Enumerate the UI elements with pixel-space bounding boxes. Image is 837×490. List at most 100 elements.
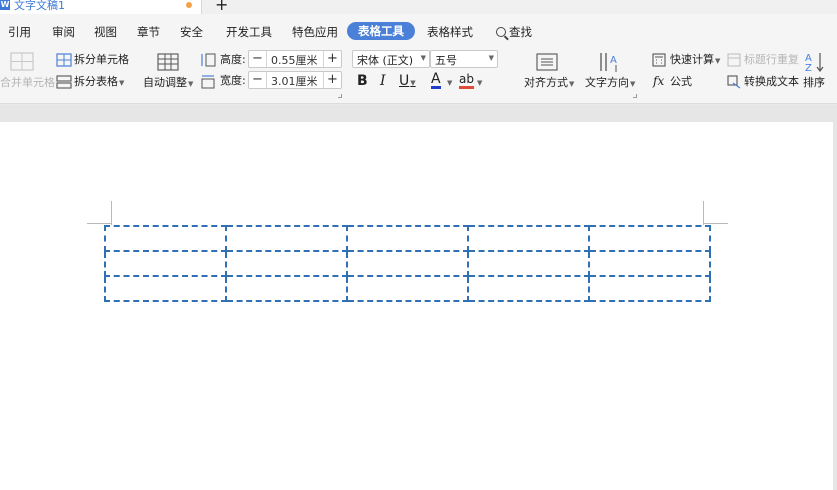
split-table-label: 拆分表格 [74,75,118,88]
table-cell[interactable] [588,225,711,252]
crop-mark-left-horizontal [87,223,111,224]
font-color-dropdown[interactable]: ▼ [447,79,452,87]
menu-table-tools[interactable]: 表格工具 [347,22,415,40]
width-minus-button[interactable]: − [249,72,267,88]
underline-label: U [399,73,410,89]
height-label: 高度: [220,53,246,66]
table-cell[interactable] [346,275,469,302]
width-value[interactable]: 3.01厘米 [271,73,318,89]
width-stepper[interactable]: − 3.01厘米 + [248,71,342,89]
table-cell[interactable] [467,275,590,302]
document-name: 文字文稿1 [14,0,65,12]
bold-button[interactable]: B [357,73,368,89]
split-table-button[interactable]: 拆分表格▼ [74,75,124,90]
table-row [104,275,711,302]
convert-text-icon [727,75,741,89]
table-cell[interactable] [225,225,348,252]
menu-search[interactable]: 查找 [496,24,532,40]
column-width-icon [201,75,215,89]
highlight-label: ab [459,72,474,86]
crop-mark-left-vertical [111,201,112,225]
auto-fit-label: 自动调整 [143,76,187,89]
table-cell[interactable] [588,275,711,302]
svg-text:Z: Z [805,63,812,73]
table-cell[interactable] [588,250,711,277]
split-cells-icon [56,53,72,67]
unsaved-dot [186,2,192,8]
width-plus-button[interactable]: + [323,72,341,88]
menu-features[interactable]: 特色应用 [292,24,338,40]
search-icon [496,27,506,37]
ribbon: 合并单元格 拆分单元格 拆分表格▼ 自动调整▼ 高度: − 0.55厘米 + 宽… [0,50,837,104]
width-label: 宽度: [220,74,246,87]
table-cell[interactable] [467,250,590,277]
auto-fit-icon [157,53,179,71]
split-cells-button[interactable]: 拆分单元格 [74,53,129,67]
font-name-select[interactable]: 宋体 (正文) ▼ [352,50,430,68]
table-cell[interactable] [225,250,348,277]
menu-references[interactable]: 引用 [8,24,31,40]
merge-cells-icon [10,52,34,71]
table-cell[interactable] [346,250,469,277]
font-color-button[interactable]: A [431,71,441,89]
height-stepper[interactable]: − 0.55厘米 + [248,50,342,68]
menu-bar: 引用 审阅 视图 章节 安全 开发工具 特色应用 表格工具 表格样式 查找 [0,14,837,50]
font-color-label: A [431,71,441,87]
document-area [0,105,837,490]
font-size-value: 五号 [435,54,457,67]
table-cell[interactable] [104,225,227,252]
height-plus-button[interactable]: + [323,51,341,67]
font-name-value: 宋体 (正文) [357,54,414,67]
menu-developer[interactable]: 开发工具 [226,24,272,40]
font-dialog-launcher[interactable] [633,94,637,98]
height-minus-button[interactable]: − [249,51,267,67]
menu-view[interactable]: 视图 [94,24,117,40]
quick-calc-label: 快速计算 [670,53,714,66]
sort-icon: A Z [805,53,824,73]
text-direction-button[interactable]: 文字方向▼ [585,76,635,91]
formula-button[interactable]: 公式 [670,75,692,89]
document-table[interactable] [104,225,711,302]
table-cell[interactable] [346,225,469,252]
repeat-header-icon [727,53,741,67]
underline-button[interactable]: U▼ [399,73,416,91]
alignment-label: 对齐方式 [524,76,568,89]
repeat-header-button[interactable]: 标题行重复 [744,53,799,67]
height-value[interactable]: 0.55厘米 [271,52,318,68]
crop-mark-right-vertical [703,201,704,225]
chevron-down-icon: ▼ [488,54,494,62]
search-label: 查找 [509,25,532,39]
auto-fit-button[interactable]: 自动调整▼ [143,76,193,91]
italic-button[interactable]: I [380,73,386,89]
document-icon: W [0,0,10,10]
sort-button[interactable]: 排序 [803,76,825,90]
menu-table-style[interactable]: 表格样式 [427,24,473,40]
highlight-dropdown[interactable]: ▼ [477,79,482,87]
menu-security[interactable]: 安全 [180,24,203,40]
crop-mark-right-horizontal [704,223,728,224]
highlight-button[interactable]: ab [459,73,474,89]
text-direction-icon: A [600,53,617,72]
convert-to-text-button[interactable]: 转换成文本 [744,75,799,89]
font-size-select[interactable]: 五号 ▼ [430,50,498,68]
svg-text:A: A [610,55,617,66]
table-cell[interactable] [225,275,348,302]
menu-section[interactable]: 章节 [137,24,160,40]
formula-fx-icon: fx [653,74,665,88]
table-cell[interactable] [104,250,227,277]
merge-cells-button[interactable]: 合并单元格 [0,76,55,90]
calculator-icon [652,53,666,67]
row-height-icon [201,53,216,67]
text-direction-label: 文字方向 [585,76,629,89]
alignment-button[interactable]: 对齐方式▼ [524,76,574,91]
cell-size-dialog-launcher[interactable] [338,94,342,98]
document-tab[interactable]: W 文字文稿1 [0,0,202,14]
table-cell[interactable] [104,275,227,302]
quick-calc-button[interactable]: 快速计算▼ [670,53,720,68]
title-bar: W 文字文稿1 + [0,0,837,14]
new-tab-button[interactable]: + [215,0,228,14]
table-cell[interactable] [467,225,590,252]
chevron-down-icon: ▼ [420,54,426,62]
document-page[interactable] [0,122,833,490]
menu-review[interactable]: 审阅 [52,24,75,40]
